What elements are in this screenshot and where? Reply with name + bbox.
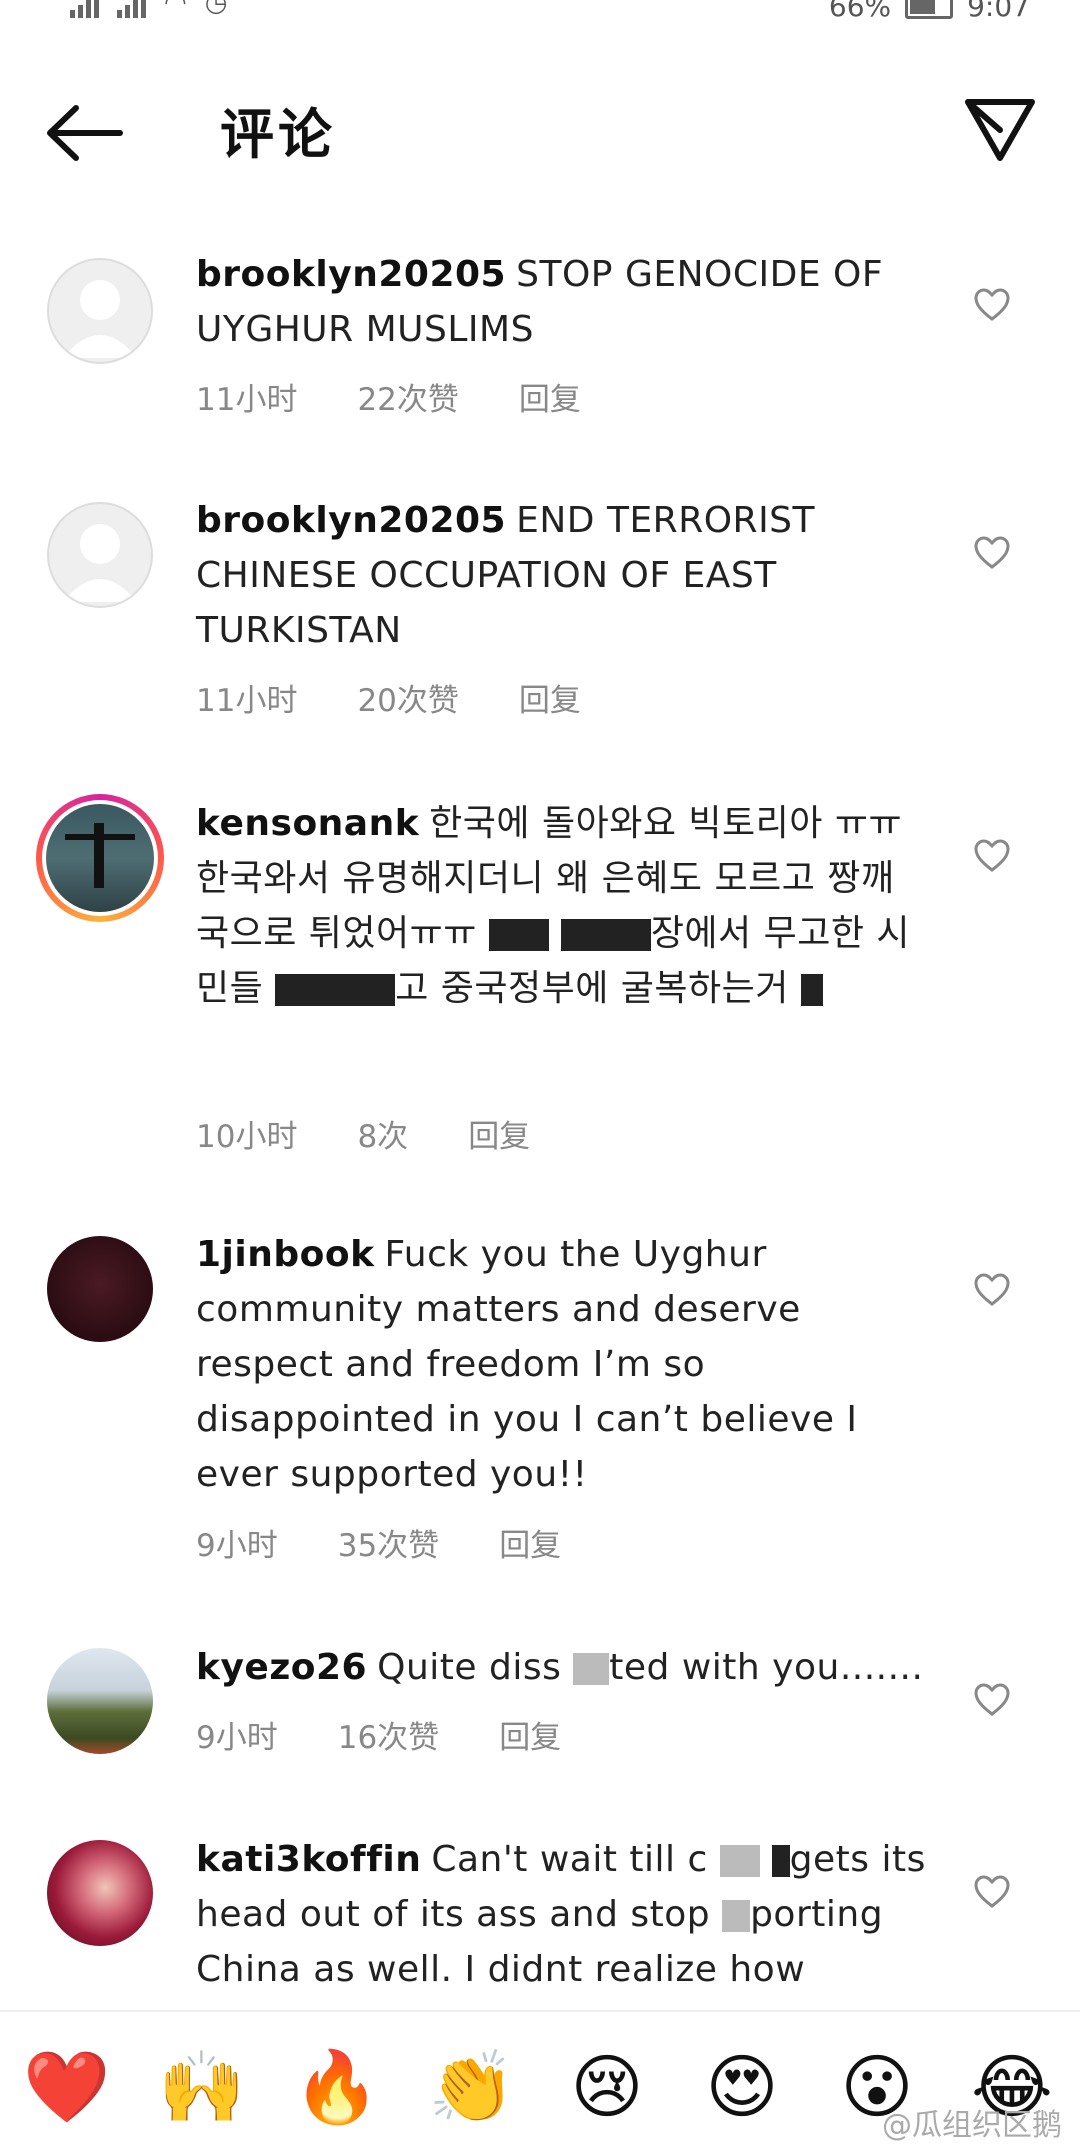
reply-button[interactable]: 回复 [519, 675, 581, 720]
heart-icon[interactable] [972, 1680, 1012, 1720]
comment-time: 9小时 [196, 1528, 278, 1564]
comment-meta: 9小时 16次赞 回复 [196, 1712, 621, 1757]
avatar[interactable] [47, 1840, 153, 1946]
comment-likes[interactable]: 16次赞 [338, 1712, 439, 1757]
clock: 9:07 [967, 0, 1030, 23]
wifi-icon: ◠ [164, 0, 187, 18]
avatar-inner [42, 800, 158, 916]
status-bar: ◠ ◷ 66% 9:07 [0, 0, 1080, 30]
avatar[interactable] [47, 1648, 153, 1754]
avatar[interactable] [47, 1236, 153, 1342]
comment-likes[interactable]: 20次赞 [357, 675, 458, 720]
emoji-raised-hands-button[interactable]: 🙌 [157, 2042, 247, 2132]
emoji-fire-button[interactable]: 🔥 [292, 2042, 382, 2132]
watermark: @瓜组织区鹅 [882, 2108, 1062, 2143]
emoji-heart-eyes-button[interactable]: 😍 [697, 2042, 787, 2132]
signal-icon [70, 0, 99, 18]
default-avatar-icon [63, 280, 137, 358]
emoji-heart-button[interactable]: ❤️ [22, 2042, 112, 2132]
emoji-reaction-bar: ❤️ 🙌 🔥 👏 😢 😍 😮 😂 @瓜组织区鹅 [0, 2010, 1080, 2152]
reply-button[interactable]: 回复 [499, 1520, 561, 1565]
comment-text: brooklyn20205 STOP GENOCIDE OF UYGHUR MUS… [196, 247, 926, 357]
comment-meta: 9小时 35次赞 回复 [196, 1520, 621, 1565]
avatar[interactable] [47, 502, 153, 608]
comment-time: 11小时 [196, 683, 298, 719]
comment-username[interactable]: kyezo26 [196, 1647, 367, 1688]
avatar[interactable] [47, 258, 153, 364]
comment-likes[interactable]: 35次赞 [338, 1520, 439, 1565]
comment-text: kati3koffin Can't wait till c gets its he… [196, 1832, 926, 1997]
comment-body: Can't wait till c [431, 1839, 708, 1880]
heart-icon[interactable] [972, 1270, 1012, 1310]
default-avatar-icon [63, 524, 137, 602]
comment-meta: 11小时 22次赞 回复 [196, 374, 641, 419]
back-button[interactable] [40, 98, 130, 168]
heart-icon[interactable] [972, 1872, 1012, 1912]
redaction-mark [275, 974, 396, 1006]
redaction-mark [573, 1653, 610, 1685]
comment-time: 9小时 [196, 1720, 278, 1756]
comment-likes[interactable]: 8次 [357, 1111, 408, 1156]
alarm-icon: ◷ [204, 0, 228, 18]
heart-icon[interactable] [972, 285, 1012, 325]
share-button[interactable] [960, 88, 1040, 168]
reply-button[interactable]: 回复 [499, 1712, 561, 1757]
comment-username[interactable]: brooklyn20205 [196, 254, 506, 295]
comment-username[interactable]: brooklyn20205 [196, 500, 506, 541]
comment-username[interactable]: 1jinbook [196, 1234, 375, 1275]
status-left: ◠ ◷ [70, 0, 227, 18]
avatar-figure [93, 823, 104, 889]
avatar[interactable] [36, 794, 164, 922]
reply-button[interactable]: 回复 [468, 1111, 530, 1156]
comment-username[interactable]: kati3koffin [196, 1839, 421, 1880]
comment-meta: 11小时 20次赞 回复 [196, 675, 641, 720]
comment-text: brooklyn20205 END TERRORIST CHINESE OCCUP… [196, 493, 926, 658]
comment-meta: 10小时 8次 回复 [196, 1111, 590, 1156]
header: 评论 [0, 70, 1080, 190]
redaction-mark [771, 1845, 790, 1877]
redaction-mark [560, 919, 651, 951]
comment-username[interactable]: kensonank [196, 803, 419, 844]
heart-icon[interactable] [972, 533, 1012, 573]
comment-time: 10小时 [196, 1119, 298, 1155]
redaction-mark [722, 1900, 751, 1932]
send-icon [965, 99, 1035, 161]
page-title: 评论 [220, 102, 336, 166]
avatar-figure-arms [65, 834, 135, 841]
reply-button[interactable]: 回复 [519, 374, 581, 419]
redaction-mark [800, 974, 823, 1006]
signal-icon [117, 0, 146, 18]
comment-text: kyezo26 Quite diss ted with you....... [196, 1640, 926, 1695]
comment-text: kensonank 한국에 돌아와요 빅토리아 ㅠㅠ한국와서 유명해지더니 왜 은… [196, 796, 926, 1016]
comment-body: 고 중국정부에 굴복하는거 [395, 968, 789, 1009]
comment-body: ted with you....... [609, 1647, 924, 1688]
comment-likes[interactable]: 22次赞 [357, 374, 458, 419]
status-right: 66% 9:07 [829, 0, 1030, 23]
comment-body: Quite diss [377, 1647, 562, 1688]
battery-icon [905, 0, 954, 19]
redaction-mark [719, 1845, 760, 1877]
battery-percent: 66% [828, 0, 892, 23]
heart-icon[interactable] [972, 836, 1012, 876]
emoji-crying-button[interactable]: 😢 [562, 2042, 652, 2132]
redaction-mark [488, 919, 549, 951]
comment-text: 1jinbook Fuck you the Uyghur community ma… [196, 1227, 926, 1502]
comment-time: 11小时 [196, 382, 298, 418]
avatar-photo [46, 804, 154, 912]
emoji-clap-button[interactable]: 👏 [427, 2042, 517, 2132]
back-arrow-icon [47, 105, 123, 161]
